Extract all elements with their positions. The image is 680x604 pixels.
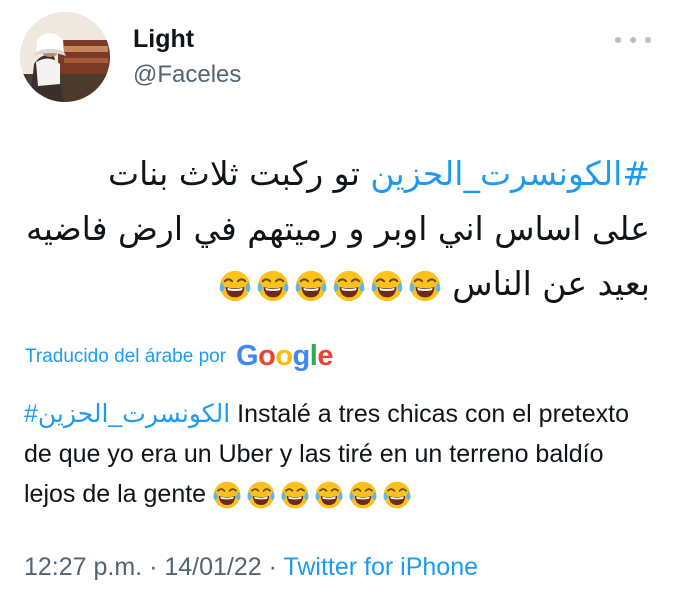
tears-of-joy-emoji-icon <box>212 480 242 510</box>
dot-icon <box>630 37 636 43</box>
tears-of-joy-emoji-icon <box>314 480 344 510</box>
translated-hashtag-link[interactable]: #الكونسرت_الحزين <box>24 400 230 428</box>
tweet-metadata: 12:27 p.m. · 14/01/22 · Twitter for iPho… <box>24 553 478 582</box>
tears-of-joy-emoji-icon <box>256 269 290 303</box>
tears-of-joy-emoji-icon <box>280 480 310 510</box>
tears-of-joy-emoji-icon <box>348 480 378 510</box>
translation-attribution[interactable]: Traducido del árabe por Google <box>25 340 333 373</box>
tears-of-joy-emoji-icon <box>294 269 328 303</box>
tweet-line-1-text: تو ركبت ثلاث بنات <box>108 154 371 193</box>
hashtag-link[interactable]: #الكونسرت_الحزين <box>370 154 650 193</box>
tweet-line-3: بعيد عن الناس <box>20 256 650 311</box>
user-handle[interactable]: @Faceles <box>133 61 241 89</box>
tweet-line-1: #الكونسرت_الحزين تو ركبت ثلاث بنات <box>20 146 650 201</box>
tears-of-joy-emoji-icon <box>218 269 252 303</box>
google-logo-letter: e <box>317 340 333 372</box>
translated-by-label: Traducido del árabe por <box>25 345 227 367</box>
google-logo: Google <box>236 340 333 373</box>
emoji-row <box>218 269 442 303</box>
tears-of-joy-emoji-icon <box>382 480 412 510</box>
tears-of-joy-emoji-icon <box>246 480 276 510</box>
tweet-line-3-text: بعيد عن الناس <box>452 264 650 303</box>
translated-text: #الكونسرت_الحزين Instalé a tres chicas c… <box>24 394 644 514</box>
tears-of-joy-emoji-icon <box>370 269 404 303</box>
tears-of-joy-emoji-icon <box>408 269 442 303</box>
tweet-line-2: على اساس اني اوبر و رميتهم في ارض فاضيه <box>26 209 650 248</box>
meta-separator: · <box>268 553 277 581</box>
dot-icon <box>645 37 651 43</box>
tweet-text: #الكونسرت_الحزين تو ركبت ثلاث بنات على ا… <box>20 146 650 311</box>
meta-separator: · <box>149 553 158 581</box>
more-options-icon[interactable] <box>615 30 651 50</box>
tweet-card: Light @Faceles #الكونسرت_الحزين تو ركبت … <box>0 0 680 604</box>
translated-emoji-row <box>212 480 412 510</box>
dot-icon <box>615 37 621 43</box>
tweet-time[interactable]: 12:27 p.m. <box>24 553 142 581</box>
google-logo-letter: G <box>236 340 259 372</box>
google-logo-letter: o <box>258 340 276 372</box>
display-name[interactable]: Light <box>133 25 194 54</box>
avatar[interactable] <box>20 12 110 102</box>
google-logo-letter: g <box>292 340 311 372</box>
google-logo-letter: o <box>275 340 293 372</box>
tweet-date[interactable]: 14/01/22 <box>164 553 261 581</box>
tweet-source-link[interactable]: Twitter for iPhone <box>283 553 478 581</box>
tears-of-joy-emoji-icon <box>332 269 366 303</box>
profile-photo-icon <box>20 12 110 102</box>
